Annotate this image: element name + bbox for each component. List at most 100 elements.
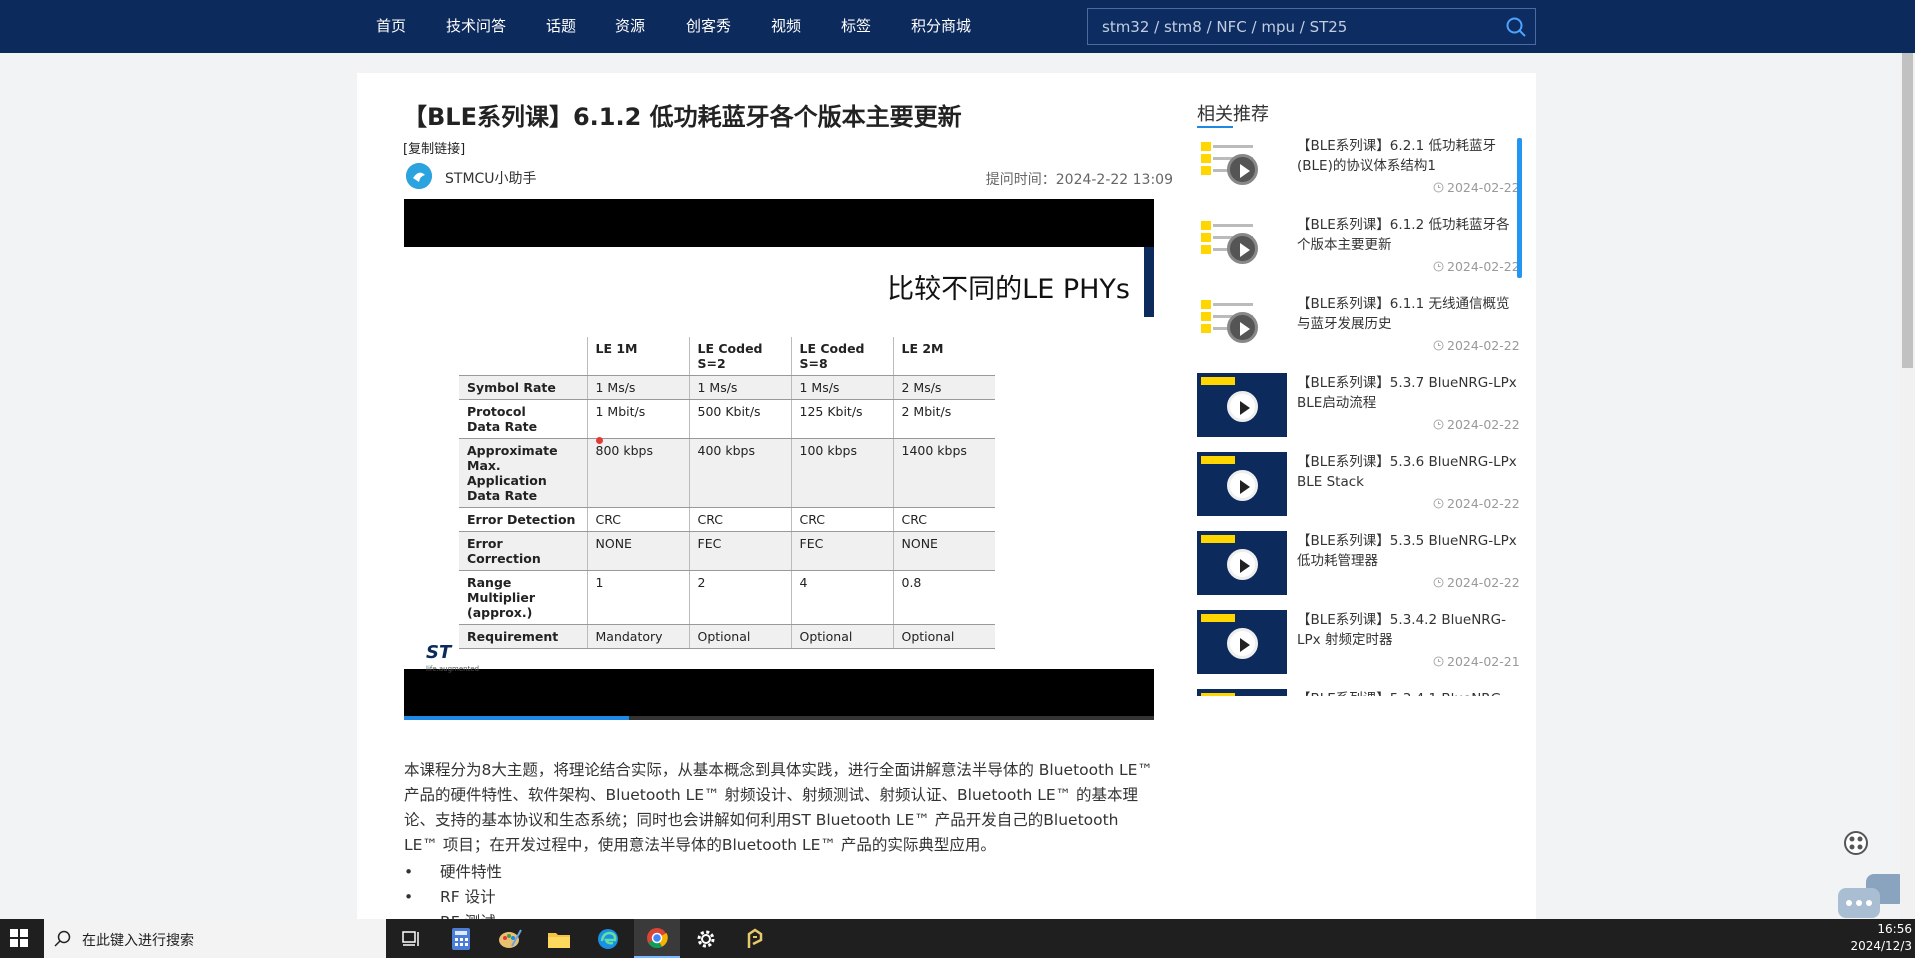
nav-item-tags[interactable]: 标签 xyxy=(841,0,871,53)
related-item[interactable]: 【BLE系列课】6.1.1 无线通信概览与蓝牙发展历史 2024-02-22 xyxy=(1197,294,1520,373)
video-thumbnail[interactable] xyxy=(1197,452,1287,516)
edge-browser-icon[interactable] xyxy=(585,919,631,958)
nav-item-resources[interactable]: 资源 xyxy=(615,0,645,53)
table-cell: Optional xyxy=(892,624,995,649)
thumb-line xyxy=(1213,303,1253,306)
nav-item-home[interactable]: 首页 xyxy=(376,0,406,53)
related-item[interactable]: 【BLE系列课】6.1.2 低功耗蓝牙各个版本主要更新 2024-02-22 xyxy=(1197,215,1520,294)
play-icon[interactable] xyxy=(1227,233,1258,264)
related-item-title[interactable]: 【BLE系列课】5.3.5 BlueNRG-LPx 低功耗管理器 xyxy=(1297,531,1517,571)
table-cell: 500 Kbit/s xyxy=(688,399,791,439)
search-input[interactable] xyxy=(1102,9,1492,44)
author-name[interactable]: STMCU小助手 xyxy=(445,168,537,188)
nav-item-qa[interactable]: 技术问答 xyxy=(446,0,506,53)
video-thumbnail[interactable] xyxy=(1197,610,1287,674)
table-cell: 100 kbps xyxy=(790,438,893,508)
video-player[interactable]: 比较不同的LE PHYs LE 1M LE Coded S=2 LE Coded S… xyxy=(404,199,1154,720)
table-cell: Approximate Max. Application Data Rate xyxy=(459,438,587,508)
thumb-banner xyxy=(1201,377,1235,385)
page-scrollbar[interactable] xyxy=(1900,53,1915,919)
table-row: Requirement Mandatory Optional Optional Opti… xyxy=(459,624,995,649)
play-icon[interactable] xyxy=(1227,312,1258,343)
table-cell: CRC xyxy=(586,507,689,532)
related-item-date: 2024-02-22 xyxy=(1433,417,1520,432)
taskbar-search[interactable]: 在此键入进行搜索 xyxy=(44,919,386,958)
play-icon[interactable] xyxy=(1227,470,1258,501)
search-icon xyxy=(54,930,71,947)
top-nav: 首页 技术问答 话题 资源 创客秀 视频 标签 积分商城 xyxy=(0,0,1915,53)
related-item-title[interactable]: 【BLE系列课】6.1.1 无线通信概览与蓝牙发展历史 xyxy=(1297,294,1517,334)
nav-item-maker[interactable]: 创客秀 xyxy=(686,0,731,53)
related-item[interactable]: 【BLE系列课】5.3.5 BlueNRG-LPx 低功耗管理器 2024-02-… xyxy=(1197,531,1520,610)
video-thumbnail[interactable] xyxy=(1197,531,1287,595)
st-logo-tagline: life.augmented xyxy=(426,665,480,673)
file-explorer-icon[interactable] xyxy=(536,919,582,958)
page-scrollbar-thumb[interactable] xyxy=(1902,53,1913,368)
phy-comparison-table: LE 1M LE Coded S=2 LE Coded S=8 LE 2M Symbol… xyxy=(459,337,995,649)
video-thumbnail[interactable] xyxy=(1197,215,1287,279)
table-cell: Optional xyxy=(688,624,791,649)
clock-time: 16:56 xyxy=(1877,922,1912,936)
taskbar-clock[interactable]: 16:56 2024/12/3 xyxy=(1832,921,1912,955)
chat-icon[interactable] xyxy=(1838,874,1908,919)
avatar[interactable] xyxy=(406,163,432,189)
apps-grid-icon[interactable] xyxy=(1844,831,1868,855)
video-progress-fill xyxy=(404,716,629,720)
table-cell: 1 xyxy=(586,570,689,625)
nav-item-topics[interactable]: 话题 xyxy=(546,0,576,53)
related-item[interactable]: 【BLE系列课】5.3.4.2 BlueNRG-LPx 射频定时器 2024-02… xyxy=(1197,610,1520,689)
play-icon[interactable] xyxy=(1227,391,1258,422)
table-cell: Mandatory xyxy=(586,624,689,649)
thumb-banner xyxy=(1201,535,1235,543)
video-thumbnail[interactable] xyxy=(1197,136,1287,200)
table-header-cell: LE 2M xyxy=(892,337,995,376)
related-item-title[interactable]: 【BLE系列课】5.3.7 BlueNRG-LPx BLE启动流程 xyxy=(1297,373,1517,413)
related-item[interactable]: 【BLE系列课】5.3.4.1 BlueNRG- xyxy=(1197,689,1520,696)
pointer-dot xyxy=(596,437,603,444)
play-icon[interactable] xyxy=(1227,628,1258,659)
video-thumbnail[interactable] xyxy=(1197,294,1287,358)
list-item: • 硬件特性 xyxy=(404,860,1154,885)
related-item-title[interactable]: 【BLE系列课】5.3.4.2 BlueNRG-LPx 射频定时器 xyxy=(1297,610,1517,650)
nav-item-points-mall[interactable]: 积分商城 xyxy=(911,0,971,53)
settings-gear-icon[interactable] xyxy=(683,919,729,958)
chrome-browser-icon[interactable] xyxy=(634,919,680,958)
task-view-icon[interactable] xyxy=(388,919,434,958)
table-cell: 2 Ms/s xyxy=(892,375,995,400)
related-item[interactable]: 【BLE系列课】5.3.6 BlueNRG-LPx BLE Stack 2024-… xyxy=(1197,452,1520,531)
related-item-title[interactable]: 【BLE系列课】5.3.6 BlueNRG-LPx BLE Stack xyxy=(1297,452,1517,492)
related-item[interactable]: 【BLE系列课】6.2.1 低功耗蓝牙(BLE)的协议体系结构1 2024-02-… xyxy=(1197,136,1520,215)
thumb-banner xyxy=(1201,614,1235,622)
windows-start-icon[interactable] xyxy=(10,929,28,947)
video-progress-bar[interactable] xyxy=(404,716,1154,720)
app-pinned-icon[interactable] xyxy=(732,919,778,958)
copy-link[interactable]: [复制链接] xyxy=(403,138,465,157)
paint-icon[interactable] xyxy=(487,919,533,958)
related-title: 相关推荐 xyxy=(1197,104,1269,125)
related-item-title[interactable]: 【BLE系列课】6.2.1 低功耗蓝牙(BLE)的协议体系结构1 xyxy=(1297,136,1517,176)
related-item-title[interactable]: 【BLE系列课】6.1.2 低功耗蓝牙各个版本主要更新 xyxy=(1297,215,1517,255)
video-thumbnail[interactable] xyxy=(1197,689,1287,696)
play-icon[interactable] xyxy=(1227,154,1258,185)
related-item-date-text: 2024-02-22 xyxy=(1447,417,1520,432)
table-cell: NONE xyxy=(892,531,995,571)
related-item-date: 2024-02-22 xyxy=(1433,496,1520,511)
calculator-icon[interactable] xyxy=(438,919,484,958)
play-icon[interactable] xyxy=(1227,549,1258,580)
related-item-date-text: 2024-02-22 xyxy=(1447,180,1520,195)
table-cell: Requirement xyxy=(459,624,587,649)
clock-icon xyxy=(1433,498,1444,509)
table-cell: 1 Ms/s xyxy=(790,375,893,400)
nav-item-video[interactable]: 视频 xyxy=(771,0,801,53)
video-thumbnail[interactable] xyxy=(1197,373,1287,437)
slide-accent-bar xyxy=(1144,247,1154,317)
related-item-title[interactable]: 【BLE系列课】5.3.4.1 BlueNRG- xyxy=(1297,689,1517,696)
thumb-line xyxy=(1213,145,1253,148)
video-slide: 比较不同的LE PHYs LE 1M LE Coded S=2 LE Coded S… xyxy=(404,247,1154,673)
table-row: Error Detection CRC CRC CRC CRC xyxy=(459,507,995,532)
related-list-scrollbar[interactable] xyxy=(1517,138,1522,278)
related-item[interactable]: 【BLE系列课】5.3.7 BlueNRG-LPx BLE启动流程 2024-02… xyxy=(1197,373,1520,452)
bullet-icon: • xyxy=(404,888,414,906)
search-icon[interactable] xyxy=(1505,16,1527,38)
table-header-cell: LE Coded S=8 xyxy=(790,337,893,376)
